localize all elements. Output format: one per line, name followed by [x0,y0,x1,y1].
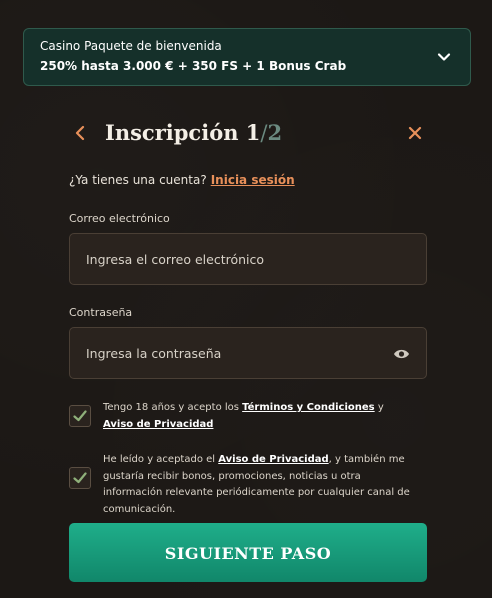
privacy-link-2[interactable]: Aviso de Privacidad [218,454,328,465]
password-field-wrapper [69,327,427,379]
marketing-consent-text: He leído y aceptado el Aviso de Privacid… [103,454,410,515]
registration-header: Inscripción 1/2 [69,117,427,149]
close-icon[interactable] [407,125,423,141]
bonus-details: 250% hasta 3.000 € + 350 FS + 1 Bonus Cr… [40,59,347,73]
login-link[interactable]: Inicia sesión [211,173,295,187]
title-text: Inscripción [105,120,239,145]
chevron-down-icon[interactable] [436,49,452,65]
terms-link[interactable]: Términos y Condiciones [242,402,374,413]
email-field-wrapper [69,233,427,285]
password-label: Contraseña [69,306,133,319]
checkmark-icon [73,410,87,422]
welcome-bonus-banner[interactable]: Casino Paquete de bienvenida 250% hasta … [23,28,471,86]
marketing-consent-checkbox[interactable] [69,467,91,489]
bonus-title: Casino Paquete de bienvenida [40,39,222,53]
eye-icon[interactable] [393,346,410,360]
login-question: ¿Ya tienes una cuenta? [69,173,207,187]
password-field[interactable] [70,328,426,378]
page-title: Inscripción 1/2 [105,117,282,149]
chevron-left-icon[interactable] [73,124,87,142]
email-field[interactable] [70,234,426,284]
checkmark-icon [73,472,87,484]
login-prompt: ¿Ya tienes una cuenta? Inicia sesión [69,173,295,187]
age-terms-text: Tengo 18 años y acepto los Términos y Co… [103,402,384,430]
age-terms-checkbox[interactable] [69,405,91,427]
next-step-button[interactable]: SIGUIENTE PASO [69,523,427,582]
step-total: 2 [267,120,283,145]
privacy-link[interactable]: Aviso de Privacidad [103,419,213,430]
email-label: Correo electrónico [69,212,170,225]
step-current: 1 [245,120,261,145]
